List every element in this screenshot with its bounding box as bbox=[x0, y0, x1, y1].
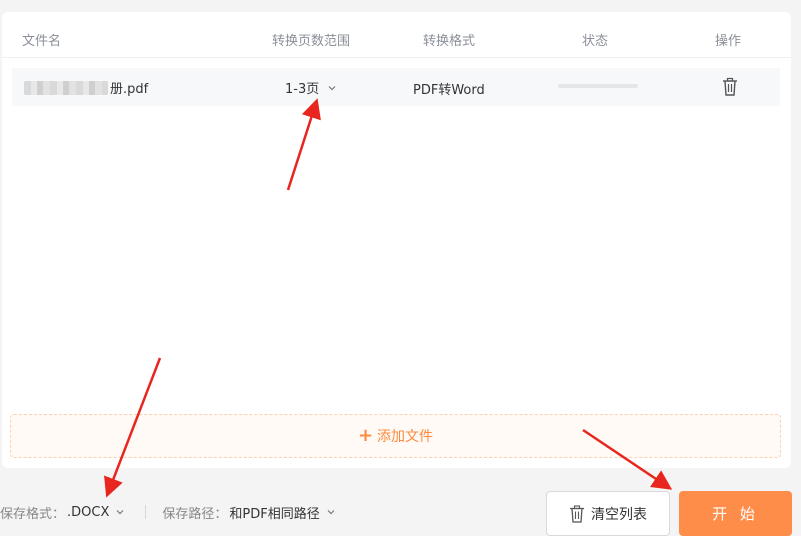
page-range-value: 1-3页 bbox=[285, 82, 320, 97]
start-button[interactable]: 开 始 bbox=[679, 491, 792, 536]
clear-list-label: 清空列表 bbox=[591, 506, 647, 523]
header-status: 状态 bbox=[582, 34, 609, 49]
blurred-filename bbox=[24, 80, 108, 95]
divider bbox=[145, 505, 147, 519]
file-name: 册.pdf bbox=[24, 78, 148, 97]
table-row: 册.pdf 1-3页 PDF转Word bbox=[12, 68, 780, 106]
save-format-label: 保存格式： bbox=[0, 506, 66, 522]
progress-bar bbox=[558, 84, 638, 88]
save-path-dropdown[interactable]: 和PDF相同路径 bbox=[229, 503, 335, 522]
trash-icon bbox=[570, 504, 584, 523]
chevron-down-icon bbox=[327, 510, 335, 515]
save-options-bar: 保存格式： .DOCX 保存路径： 和PDF相同路径 bbox=[0, 500, 336, 524]
save-path-value: 和PDF相同路径 bbox=[229, 506, 320, 522]
trash-icon[interactable] bbox=[721, 77, 739, 97]
clear-list-button[interactable]: 清空列表 bbox=[546, 491, 670, 536]
conversion-format: PDF转Word bbox=[413, 83, 485, 98]
page-range-dropdown[interactable]: 1-3页 bbox=[285, 78, 337, 97]
plus-icon: + bbox=[357, 425, 374, 446]
file-name-text: 册.pdf bbox=[110, 82, 149, 97]
start-label: 开 始 bbox=[712, 505, 759, 523]
header-page-range: 转换页数范围 bbox=[272, 34, 351, 49]
header-filename: 文件名 bbox=[22, 34, 62, 49]
chevron-down-icon bbox=[116, 510, 124, 515]
table-header: 文件名 转换页数范围 转换格式 状态 操作 bbox=[2, 12, 791, 58]
add-file-button[interactable]: + 添加文件 bbox=[10, 414, 781, 458]
save-format-value: .DOCX bbox=[67, 504, 110, 520]
chevron-down-icon bbox=[328, 85, 336, 90]
header-action: 操作 bbox=[715, 34, 742, 49]
add-file-label: 添加文件 bbox=[377, 429, 434, 445]
save-format-dropdown[interactable]: .DOCX bbox=[67, 505, 125, 520]
save-path-label: 保存路径： bbox=[162, 506, 228, 522]
header-format: 转换格式 bbox=[423, 34, 476, 49]
file-list-panel: 文件名 转换页数范围 转换格式 状态 操作 册.pdf 1-3页 PDF转Wor… bbox=[2, 12, 791, 468]
